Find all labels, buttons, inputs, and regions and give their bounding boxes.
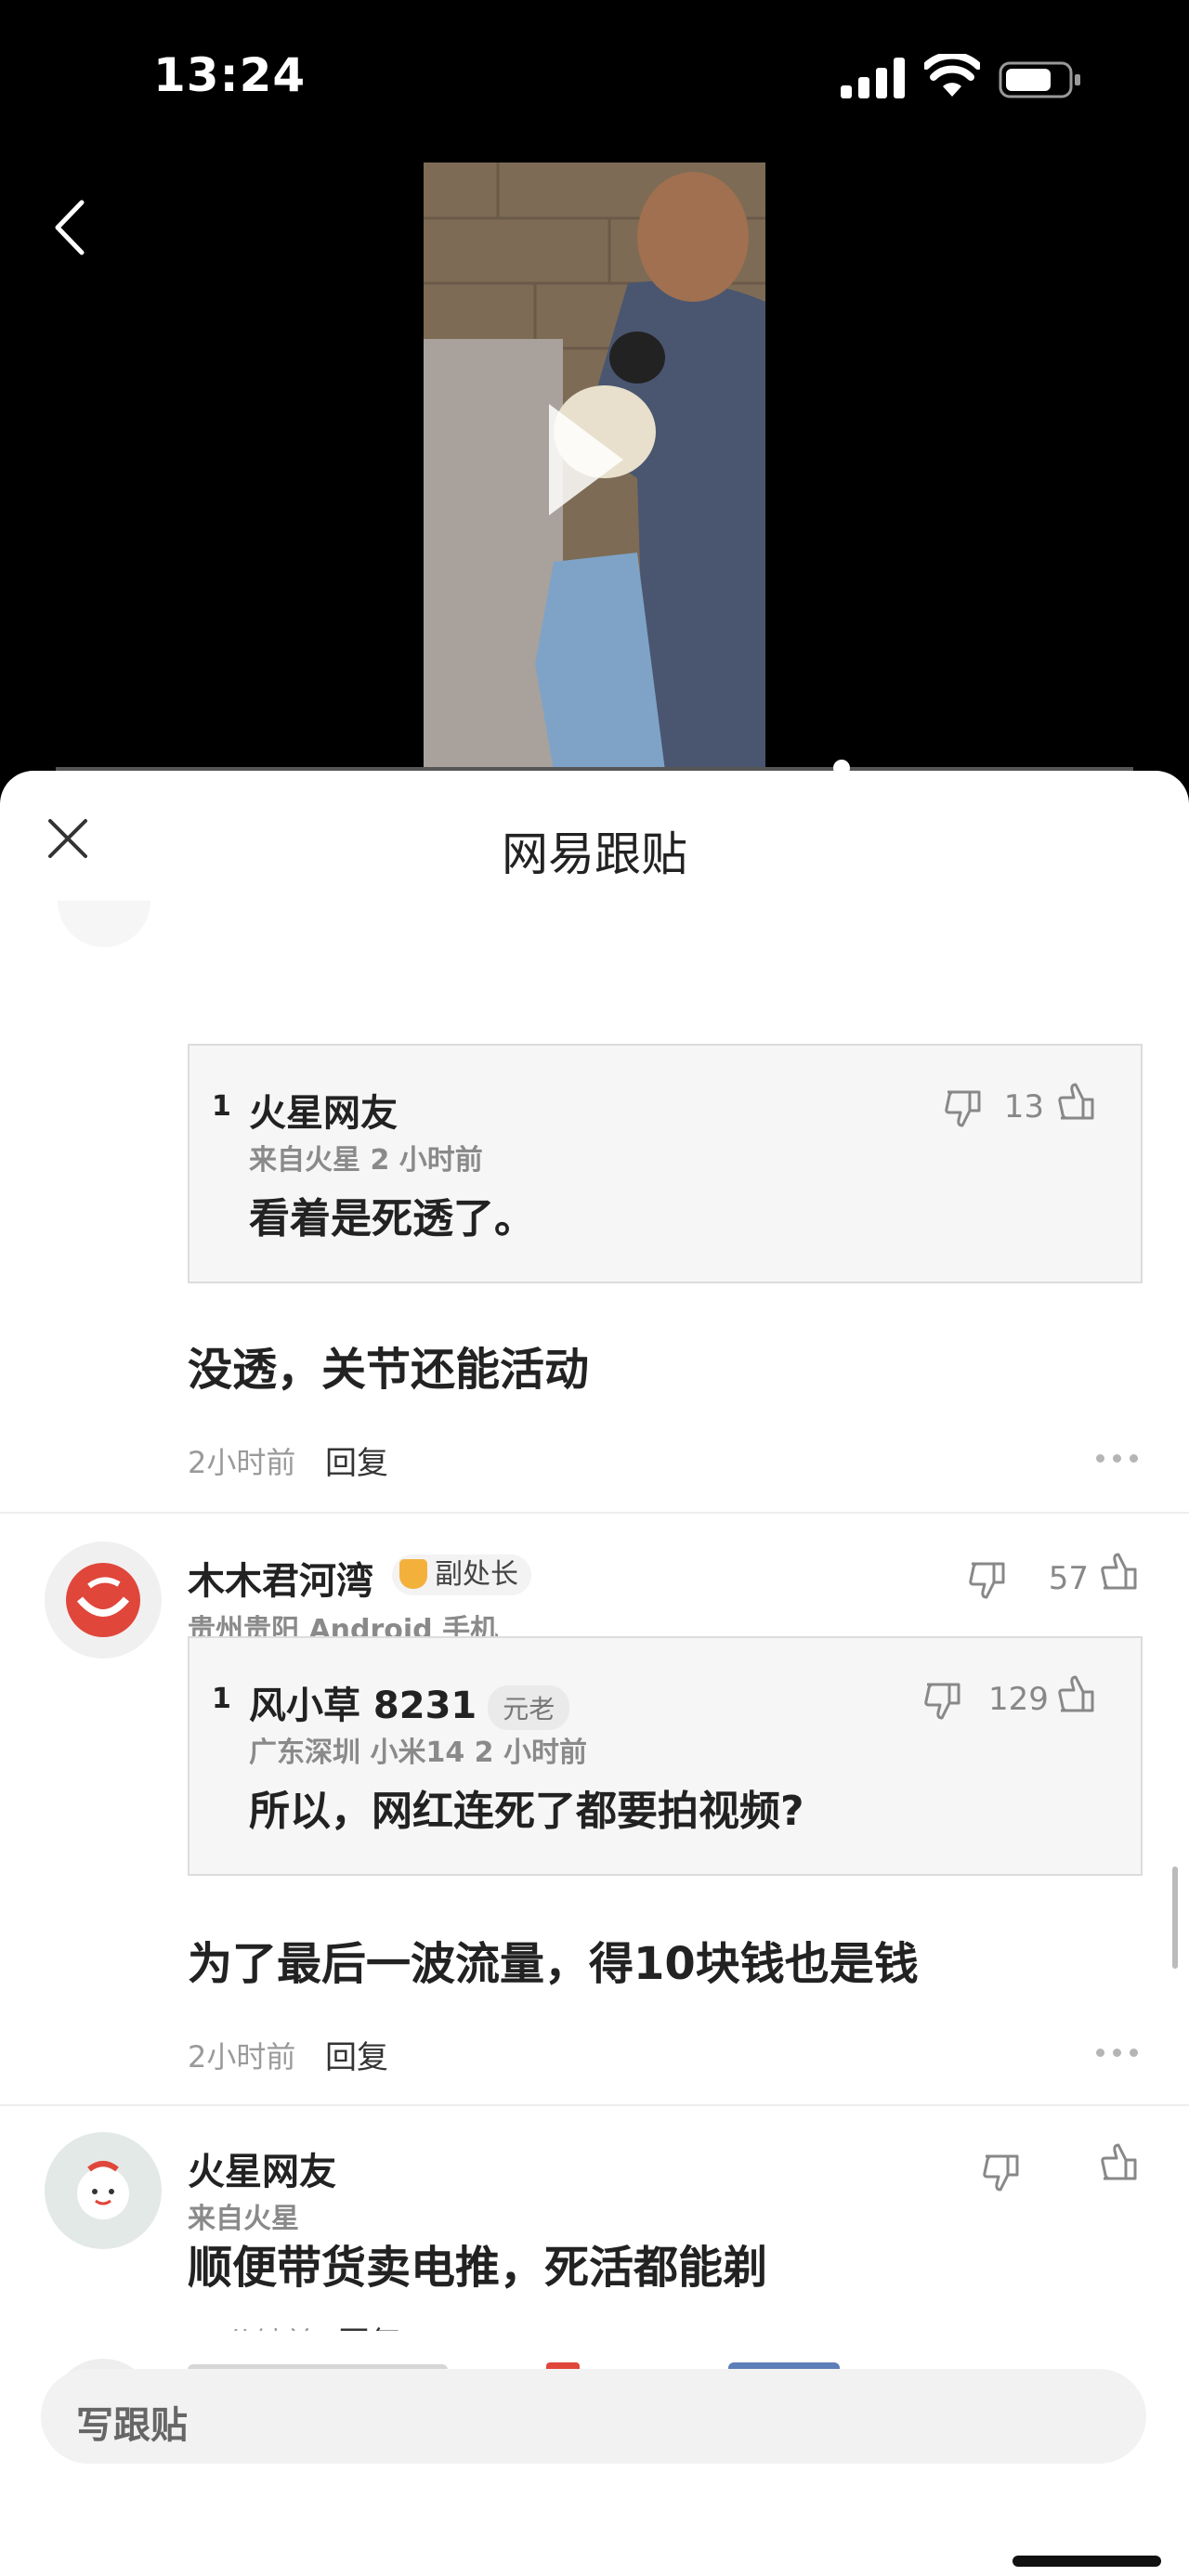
status-bar: 13:24 [0, 0, 1189, 158]
quote-user-badge: 元老 [488, 1685, 570, 1730]
comment-time: 2小时前 [188, 1445, 296, 1480]
comment-divider [0, 2104, 1189, 2106]
thumbs-up-icon[interactable] [1055, 1673, 1100, 1718]
reply-button[interactable]: 回复 [338, 2318, 401, 2331]
quote-username[interactable]: 风小草 8231 元老 [249, 1675, 570, 1730]
quote-floor-index: 1 [212, 1683, 231, 1715]
thumbs-down-icon[interactable] [966, 1556, 1011, 1601]
thumbs-down-icon[interactable] [921, 1677, 966, 1722]
quote-meta: 广东深圳 小米14 2 小时前 [249, 1737, 587, 1769]
back-button[interactable] [46, 195, 93, 260]
play-icon[interactable] [540, 395, 633, 525]
more-dots-icon[interactable] [1096, 2049, 1139, 2060]
quote-text: 所以，网红连死了都要拍视频? [249, 1788, 804, 1835]
comment-divider [0, 1512, 1189, 1514]
scrollbar[interactable] [1172, 1867, 1178, 1969]
wifi-icon [924, 54, 980, 97]
quote-username-text: 风小草 8231 [249, 1685, 477, 1727]
comment-text: 顺便带货卖电推，死活都能剃 [188, 2242, 768, 2294]
shield-icon [399, 1558, 427, 1589]
comment-text: 没透，关节还能活动 [188, 1344, 590, 1396]
home-indicator [1013, 2556, 1161, 2567]
thumbs-down-icon[interactable] [942, 1085, 986, 1129]
avatar[interactable] [45, 1542, 162, 1659]
comment-input-bar[interactable]: 写跟贴 [41, 2369, 1146, 2464]
comment-sheet: 网易跟贴 1 火星网友 来自火星 2 小时前 看着是死透了。 13 没透，关节还… [0, 771, 1189, 2576]
comment-text: 为了最后一波流量，得10块钱也是钱 [188, 1938, 919, 1990]
battery-icon [999, 61, 1080, 98]
comment-username[interactable]: 木木君河湾 [188, 1551, 373, 1605]
video-player[interactable] [424, 163, 765, 771]
avatar[interactable] [45, 2132, 162, 2249]
comment-list[interactable]: 1 火星网友 来自火星 2 小时前 看着是死透了。 13 没透，关节还能活动 2… [0, 901, 1189, 2331]
avatar [58, 901, 150, 947]
comment-like-count: 57 [1048, 1560, 1089, 1597]
thumbs-up-icon[interactable] [1098, 1551, 1143, 1595]
quote-like-count: 13 [1003, 1088, 1044, 1125]
quoted-comment[interactable]: 1 风小草 8231 元老 广东深圳 小米14 2 小时前 所以，网红连死了都要拍… [188, 1636, 1143, 1876]
title-badge-label: 副处长 [435, 1558, 518, 1591]
quote-floor-index: 1 [212, 1090, 231, 1123]
comment-time: 2小时前 [188, 2039, 296, 2075]
thumbs-down-icon[interactable] [980, 2149, 1025, 2193]
reply-button[interactable]: 回复 [325, 2032, 388, 2077]
status-time: 13:24 [153, 48, 307, 102]
comment-time: 19分钟前 [188, 2320, 315, 2331]
quote-username[interactable]: 火星网友 [249, 1083, 398, 1137]
cellular-signal-icon [841, 58, 905, 98]
thumbs-up-icon[interactable] [1055, 1081, 1100, 1125]
sheet-title: 网易跟贴 [502, 827, 687, 881]
quoted-comment[interactable]: 1 火星网友 来自火星 2 小时前 看着是死透了。 13 [188, 1044, 1143, 1283]
thumbs-up-icon[interactable] [1098, 2141, 1143, 2186]
reply-button[interactable]: 回复 [325, 1438, 388, 1483]
sheet-header: 网易跟贴 [0, 771, 1189, 910]
quote-text: 看着是死透了。 [249, 1195, 535, 1242]
comment-input-placeholder: 写跟贴 [76, 2404, 188, 2447]
quote-meta: 来自火星 2 小时前 [249, 1144, 483, 1177]
more-dots-icon[interactable] [1096, 1454, 1139, 1465]
title-badge: 副处长 [392, 1555, 531, 1595]
comment-username[interactable]: 火星网友 [188, 2141, 336, 2195]
quote-like-count: 129 [988, 1681, 1049, 1718]
